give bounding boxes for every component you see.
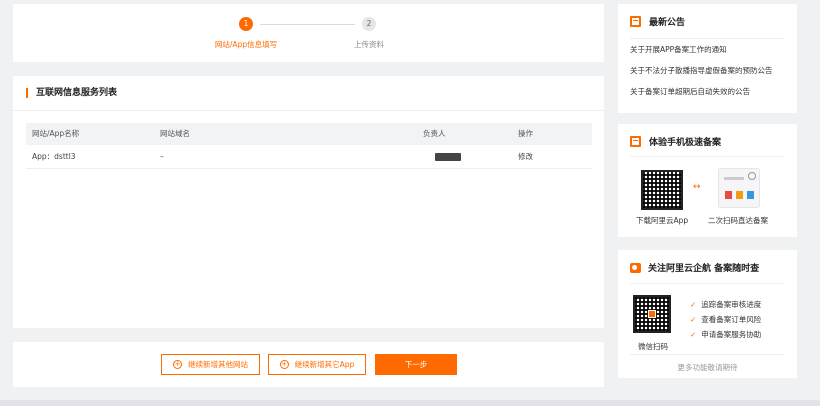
notice-title: 最新公告 — [649, 18, 686, 28]
add-app-label: 继续新增其它App — [294, 360, 355, 369]
feature-label: 申请备案服务协助 — [701, 330, 762, 339]
phone-header-bar — [724, 177, 744, 180]
scan-caption: 二次扫码直达备案 — [708, 216, 768, 225]
next-step-button[interactable]: 下一步 — [375, 354, 457, 375]
table-header: 网站/App名称 网站域名 负责人 操作 — [26, 123, 592, 145]
notice-item[interactable]: 关于备案订单超期后自动失效的公告 — [630, 86, 750, 97]
edit-link[interactable]: 修改 — [518, 145, 533, 169]
feature-label: 查看备案订单风险 — [701, 315, 762, 324]
feature-item: ✓ 追踪备案审核进度 — [690, 299, 761, 310]
phone-tile — [747, 191, 754, 199]
column-header-action: 操作 — [518, 129, 533, 138]
progress-steps: 1 2 网站/App信息填写 上传资料 — [13, 4, 604, 62]
notice-header: 最新公告 — [630, 15, 685, 28]
add-app-button[interactable]: + 继续新增其它App — [268, 354, 366, 375]
more-features-text: 更多功能敬请期待 — [677, 363, 738, 372]
service-list-title: 互联网信息服务列表 — [26, 88, 117, 98]
qr-logo — [648, 310, 656, 318]
plus-circle-icon: + — [279, 360, 289, 369]
plus-circle-icon: + — [173, 360, 182, 369]
divider — [630, 354, 785, 355]
divider — [13, 110, 604, 111]
page-bottom-strip — [0, 400, 820, 406]
check-icon: ✓ — [690, 300, 697, 309]
row-domain: – — [160, 152, 164, 161]
row-app-name: App：dsttl3 — [32, 152, 76, 161]
divider — [630, 156, 785, 157]
add-website-button[interactable]: + 继续新增其他网站 — [161, 354, 260, 375]
feature-item: ✓ 申请备案服务协助 — [690, 329, 761, 340]
notice-item[interactable]: 关于开展APP备案工作的通知 — [630, 44, 727, 55]
notice-icon — [630, 16, 641, 27]
wechat-icon — [630, 262, 641, 273]
feature-label: 追踪备案审核进度 — [701, 300, 762, 309]
check-icon: ✓ — [690, 330, 697, 339]
column-header-owner: 负责人 — [423, 129, 446, 138]
step-1-label: 网站/App信息填写 — [214, 40, 278, 49]
app-download-qr-code — [641, 170, 683, 210]
check-icon: ✓ — [690, 315, 697, 324]
mobile-filing-card: 体验手机极速备案 ↔ 下载阿里云App 二次扫码直达备案 — [618, 124, 797, 237]
column-header-name: 网站/App名称 — [32, 129, 80, 138]
step-2-indicator: 2 — [362, 17, 376, 31]
phone-tile — [736, 191, 743, 199]
mobile-header: 体验手机极速备案 — [630, 135, 721, 148]
divider — [630, 283, 785, 284]
follow-title: 关注阿里云企航 备案随时查 — [648, 264, 760, 274]
notice-card: 最新公告 关于开展APP备案工作的通知 关于不法分子散播指导虚假备案的预防公告 … — [618, 4, 797, 113]
follow-card: 关注阿里云企航 备案随时查 微信扫码 ✓ 追踪备案审核进度 ✓ 查看备案订单风险 ✓… — [618, 250, 797, 378]
phone-tile — [725, 191, 732, 199]
action-bar: + 继续新增其他网站 + 继续新增其它App 下一步 — [13, 342, 604, 387]
download-app-caption: 下载阿里云App — [636, 216, 689, 225]
phone-icon — [630, 136, 641, 147]
notice-item[interactable]: 关于不法分子散播指导虚假备案的预防公告 — [630, 65, 773, 76]
phone-preview-image — [718, 168, 760, 208]
column-header-domain: 网站域名 — [160, 129, 190, 138]
arrows-icon: ↔ — [693, 182, 701, 192]
follow-header: 关注阿里云企航 备案随时查 — [630, 261, 759, 274]
row-owner-redacted — [435, 153, 461, 161]
add-website-label: 继续新增其他网站 — [188, 360, 248, 369]
table-row: App：dsttl3 – 修改 — [26, 145, 592, 169]
divider — [630, 38, 785, 39]
step-1-indicator: 1 — [239, 17, 253, 31]
feature-item: ✓ 查看备案订单风险 — [690, 314, 761, 325]
step-connector — [260, 24, 355, 25]
step-2-label: 上传资料 — [354, 40, 384, 49]
wechat-scan-caption: 微信扫码 — [638, 342, 668, 351]
scan-icon — [748, 172, 756, 180]
mobile-title: 体验手机极速备案 — [649, 138, 722, 148]
service-list-panel: 互联网信息服务列表 网站/App名称 网站域名 负责人 操作 App：dsttl… — [13, 76, 604, 328]
